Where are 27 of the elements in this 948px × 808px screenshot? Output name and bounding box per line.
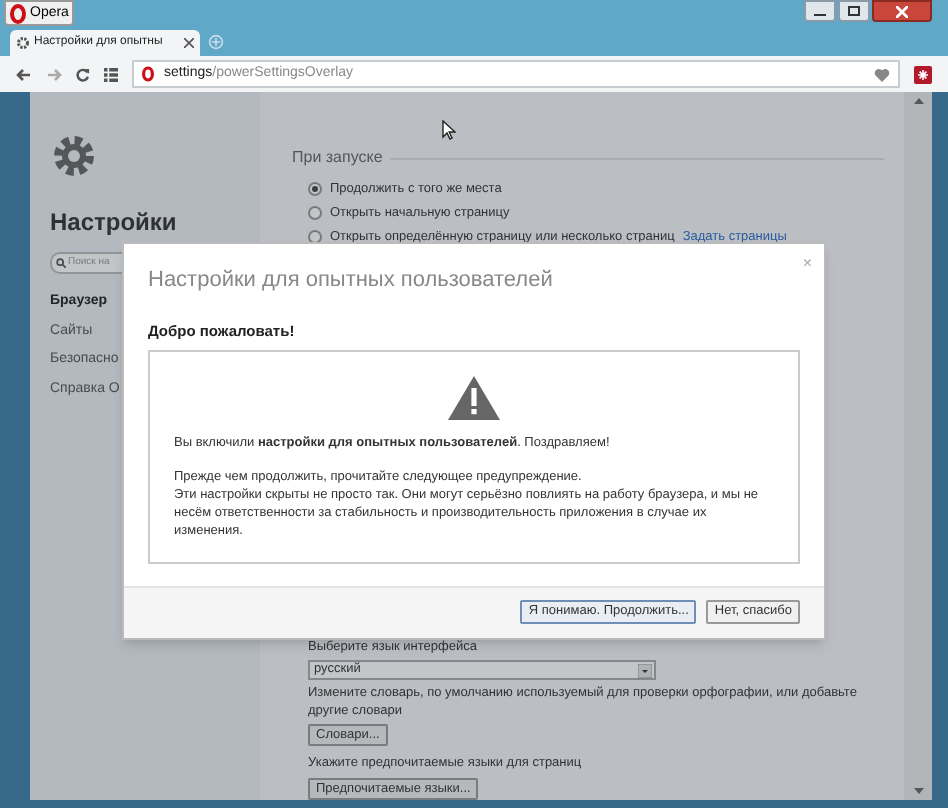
heart-icon[interactable] — [874, 67, 890, 81]
cursor-icon — [442, 120, 456, 140]
dropdown-arrow-icon — [638, 663, 652, 678]
warning-icon — [448, 375, 500, 420]
minimize-button[interactable] — [804, 0, 836, 22]
radio-button[interactable] — [308, 182, 322, 197]
reload-icon[interactable] — [76, 67, 90, 81]
close-icon[interactable] — [184, 38, 194, 48]
extension-icon[interactable] — [914, 65, 932, 83]
close-icon — [896, 5, 908, 17]
maximize-button[interactable] — [838, 0, 870, 22]
scrollbar[interactable] — [904, 92, 932, 800]
section-heading: При запуске — [292, 146, 383, 170]
scroll-up-icon[interactable] — [913, 98, 923, 104]
dialog-title: Настройки для опытных пользователей — [148, 266, 553, 296]
gear-icon — [50, 132, 98, 180]
scroll-down-icon[interactable] — [913, 788, 923, 794]
back-icon[interactable] — [16, 67, 32, 81]
grid-icon[interactable] — [104, 67, 118, 81]
gear-icon — [16, 36, 30, 50]
close-window-button[interactable] — [872, 0, 932, 22]
radio-button[interactable] — [308, 206, 322, 221]
opera-logo-icon — [142, 66, 154, 82]
radio-button[interactable] — [308, 229, 322, 244]
sidebar-title: Настройки — [50, 206, 179, 240]
opera-logo-icon — [10, 3, 26, 23]
search-icon — [56, 258, 66, 268]
